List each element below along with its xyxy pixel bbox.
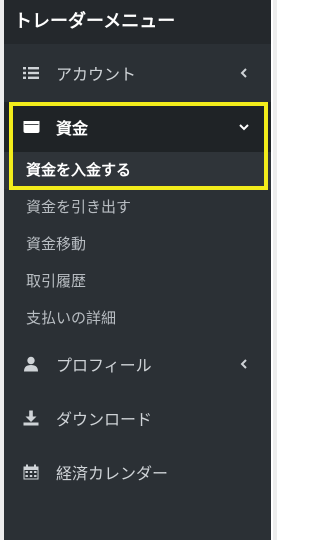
submenu-item-withdraw[interactable]: 資金を引き出す	[4, 189, 271, 226]
submenu-item-deposit[interactable]: 資金を入金する	[4, 152, 271, 189]
calendar-icon	[22, 463, 40, 481]
submenu-item-transfer[interactable]: 資金移動	[4, 226, 271, 263]
trader-menu-sidebar: トレーダーメニュー アカウント 資金 資金を入金する 資金を引き出す 資金移動 …	[4, 0, 271, 540]
menu-item-profile[interactable]: プロフィール	[4, 337, 271, 391]
menu-item-economic-calendar[interactable]: 経済カレンダー	[4, 445, 271, 499]
chevron-left-icon	[239, 359, 249, 369]
submenu-item-payment-details[interactable]: 支払いの詳細	[4, 300, 271, 337]
download-icon	[22, 409, 40, 427]
wallet-icon	[22, 118, 40, 136]
right-edge	[273, 0, 277, 540]
menu-item-label: アカウント	[56, 65, 137, 84]
list-icon	[22, 64, 40, 82]
menu-item-label: 資金	[56, 119, 89, 138]
chevron-left-icon	[239, 68, 249, 78]
funds-submenu: 資金を入金する 資金を引き出す 資金移動 取引履歴 支払いの詳細	[4, 152, 271, 337]
menu-item-download[interactable]: ダウンロード	[4, 391, 271, 445]
submenu-item-history[interactable]: 取引履歴	[4, 263, 271, 300]
menu-item-label: プロフィール	[56, 356, 152, 375]
chevron-down-icon	[239, 122, 249, 132]
user-icon	[22, 355, 40, 373]
menu-title: トレーダーメニュー	[4, 0, 271, 44]
menu-item-label: ダウンロード	[56, 410, 153, 429]
menu-item-label: 経済カレンダー	[56, 464, 169, 483]
menu-item-account[interactable]: アカウント	[4, 46, 271, 100]
menu-item-funds[interactable]: 資金	[4, 102, 271, 152]
